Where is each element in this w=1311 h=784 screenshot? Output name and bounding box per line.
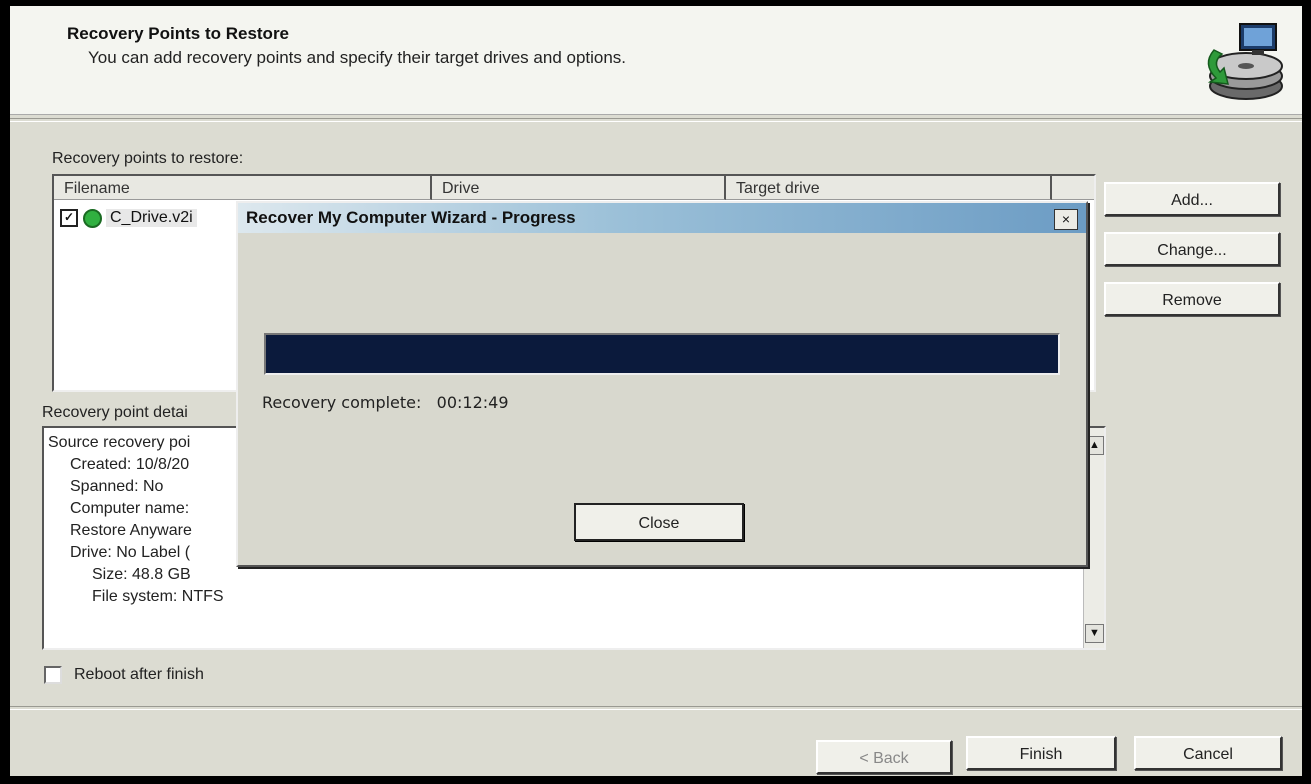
wizard-window: Recovery Points to Restore You can add r… — [10, 6, 1302, 776]
progress-fill — [266, 335, 1058, 373]
elapsed-time: 00:12:49 — [436, 393, 509, 412]
dialog-title: Recover My Computer Wizard - Progress — [246, 208, 576, 227]
close-icon[interactable]: × — [1054, 209, 1078, 230]
detail-file-system: File system: NTFS — [92, 588, 224, 605]
remove-button[interactable]: Remove — [1104, 282, 1280, 316]
column-header-filename[interactable]: Filename — [54, 176, 432, 200]
drive-restore-icon — [1207, 23, 1283, 100]
dialog-titlebar[interactable]: Recover My Computer Wizard - Progress × — [238, 203, 1086, 233]
reboot-checkbox[interactable] — [44, 666, 62, 684]
scroll-down-icon[interactable]: ▼ — [1085, 624, 1104, 643]
page-subtitle: You can add recovery points and specify … — [88, 48, 627, 67]
detail-source: Source recovery poi — [48, 434, 191, 451]
reboot-label: Reboot after finish — [74, 666, 204, 683]
recovery-status: Recovery complete: 00:12:49 — [262, 393, 509, 412]
progress-bar — [264, 333, 1060, 375]
add-button[interactable]: Add... — [1104, 182, 1280, 216]
page-title: Recovery Points to Restore — [67, 24, 290, 43]
header-separator — [10, 118, 1302, 122]
details-label: Recovery point detai — [42, 404, 188, 421]
detail-drive: Drive: No Label ( — [70, 544, 191, 561]
change-button[interactable]: Change... — [1104, 232, 1280, 266]
detail-restore-anyware: Restore Anyware — [70, 522, 192, 539]
green-dot-icon — [83, 208, 102, 228]
detail-computer-name: Computer name: — [70, 500, 190, 517]
column-header-drive[interactable]: Drive — [432, 176, 726, 200]
back-button[interactable]: < Back — [816, 740, 952, 774]
column-header-target-drive[interactable]: Target drive — [726, 176, 1052, 200]
progress-dialog: Recover My Computer Wizard - Progress × … — [236, 201, 1088, 567]
detail-spanned: Spanned: No — [70, 478, 164, 495]
detail-size: Size: 48.8 GB — [92, 566, 191, 583]
list-item[interactable]: ✓ C_Drive.v2i — [60, 206, 197, 230]
wizard-header: Recovery Points to Restore You can add r… — [10, 6, 1302, 115]
status-label: Recovery complete: — [262, 393, 422, 412]
close-button[interactable]: Close — [574, 503, 744, 541]
cancel-button[interactable]: Cancel — [1134, 736, 1282, 770]
finish-button[interactable]: Finish — [966, 736, 1116, 770]
recovery-point-filename: C_Drive.v2i — [106, 209, 197, 227]
footer-separator — [10, 706, 1302, 710]
checkbox-icon[interactable]: ✓ — [60, 209, 78, 227]
column-header-filler — [1052, 176, 1094, 200]
list-label: Recovery points to restore: — [52, 150, 244, 167]
detail-created: Created: 10/8/20 — [70, 456, 190, 473]
